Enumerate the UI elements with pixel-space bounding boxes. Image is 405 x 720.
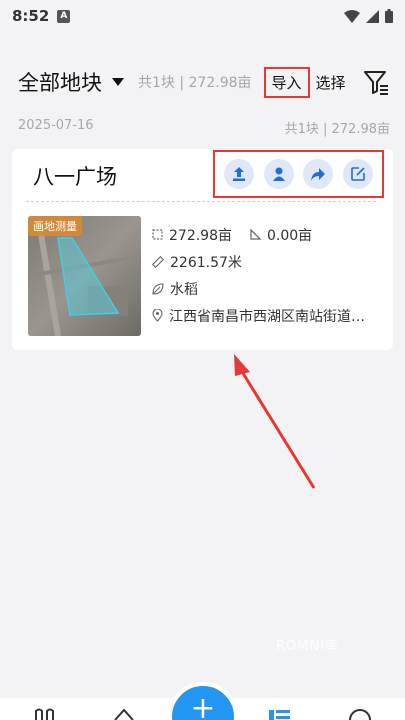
- survey-method-badge: 画地测量: [28, 216, 82, 236]
- import-button[interactable]: 导入: [263, 66, 310, 98]
- card-divider: [26, 201, 376, 202]
- dropdown-triangle-icon[interactable]: [112, 78, 124, 86]
- status-icons: [344, 9, 393, 23]
- status-time: 8:52: [12, 7, 50, 25]
- status-bar: 8:52 A: [0, 0, 405, 32]
- plot-address: 江西省南昌市西湖区南站街道南...: [169, 308, 374, 325]
- plot-name: 八一广场: [33, 165, 117, 189]
- plot-secondary-area: 0.00亩: [267, 227, 313, 244]
- perimeter-row: 2261.57米: [152, 248, 387, 275]
- annotation-arrow-icon: [234, 354, 316, 489]
- plot-thumbnail[interactable]: 画地测量: [28, 216, 141, 336]
- plot-card[interactable]: 八一广场 画地测量 272.98亩 0.00亩 2261.57米 水稻 江西省南…: [12, 149, 393, 350]
- group-summary: 共1块 | 272.98亩: [284, 122, 390, 137]
- signal-icon: [366, 9, 379, 23]
- group-header: 2025-07-16 共1块 | 272.98亩: [18, 118, 390, 137]
- profile-nav-icon[interactable]: [348, 708, 372, 720]
- share-button[interactable]: [303, 159, 334, 189]
- battery-icon: [385, 9, 393, 23]
- app-notification-icon: A: [57, 9, 71, 23]
- plot-scope-title[interactable]: 全部地块: [18, 67, 102, 97]
- plot-info: 272.98亩 0.00亩 2261.57米 水稻 江西省南昌市西湖区南站街道南…: [152, 221, 387, 329]
- share-icon: [311, 168, 326, 181]
- plot-perimeter: 2261.57米: [170, 254, 242, 271]
- wifi-icon: [344, 9, 360, 23]
- header-bar: 全部地块 共1块 | 272.98亩 导入 选择: [0, 60, 405, 104]
- group-date: 2025-07-16: [18, 118, 94, 133]
- home-nav-icon[interactable]: [113, 708, 135, 720]
- select-button[interactable]: 选择: [316, 72, 346, 93]
- upload-icon: [232, 167, 245, 181]
- leaf-icon: [152, 282, 164, 295]
- plus-icon: +: [190, 691, 216, 720]
- watermark: ROMNI库: [276, 639, 340, 654]
- person-icon: [272, 167, 285, 181]
- crop-row: 水稻: [152, 275, 387, 302]
- plot-actions: [213, 150, 384, 198]
- corner-area-icon: [250, 229, 261, 240]
- upload-button[interactable]: [223, 159, 254, 189]
- filter-list-icon[interactable]: [363, 69, 389, 95]
- member-button[interactable]: [263, 159, 294, 189]
- add-button[interactable]: +: [168, 682, 238, 720]
- plots-nav-icon[interactable]: [268, 708, 292, 720]
- map-nav-icon[interactable]: [34, 708, 56, 720]
- plot-area: 272.98亩: [169, 227, 232, 244]
- edit-icon: [351, 167, 365, 181]
- ruler-icon: [152, 255, 164, 268]
- location-pin-icon: [152, 309, 163, 322]
- area-icon: [152, 229, 163, 240]
- header-summary: 共1块 | 272.98亩: [138, 75, 252, 91]
- edit-button[interactable]: [343, 159, 374, 189]
- address-row: 江西省南昌市西湖区南站街道南...: [152, 302, 387, 329]
- area-row: 272.98亩 0.00亩: [152, 221, 387, 248]
- plot-crop: 水稻: [170, 281, 198, 298]
